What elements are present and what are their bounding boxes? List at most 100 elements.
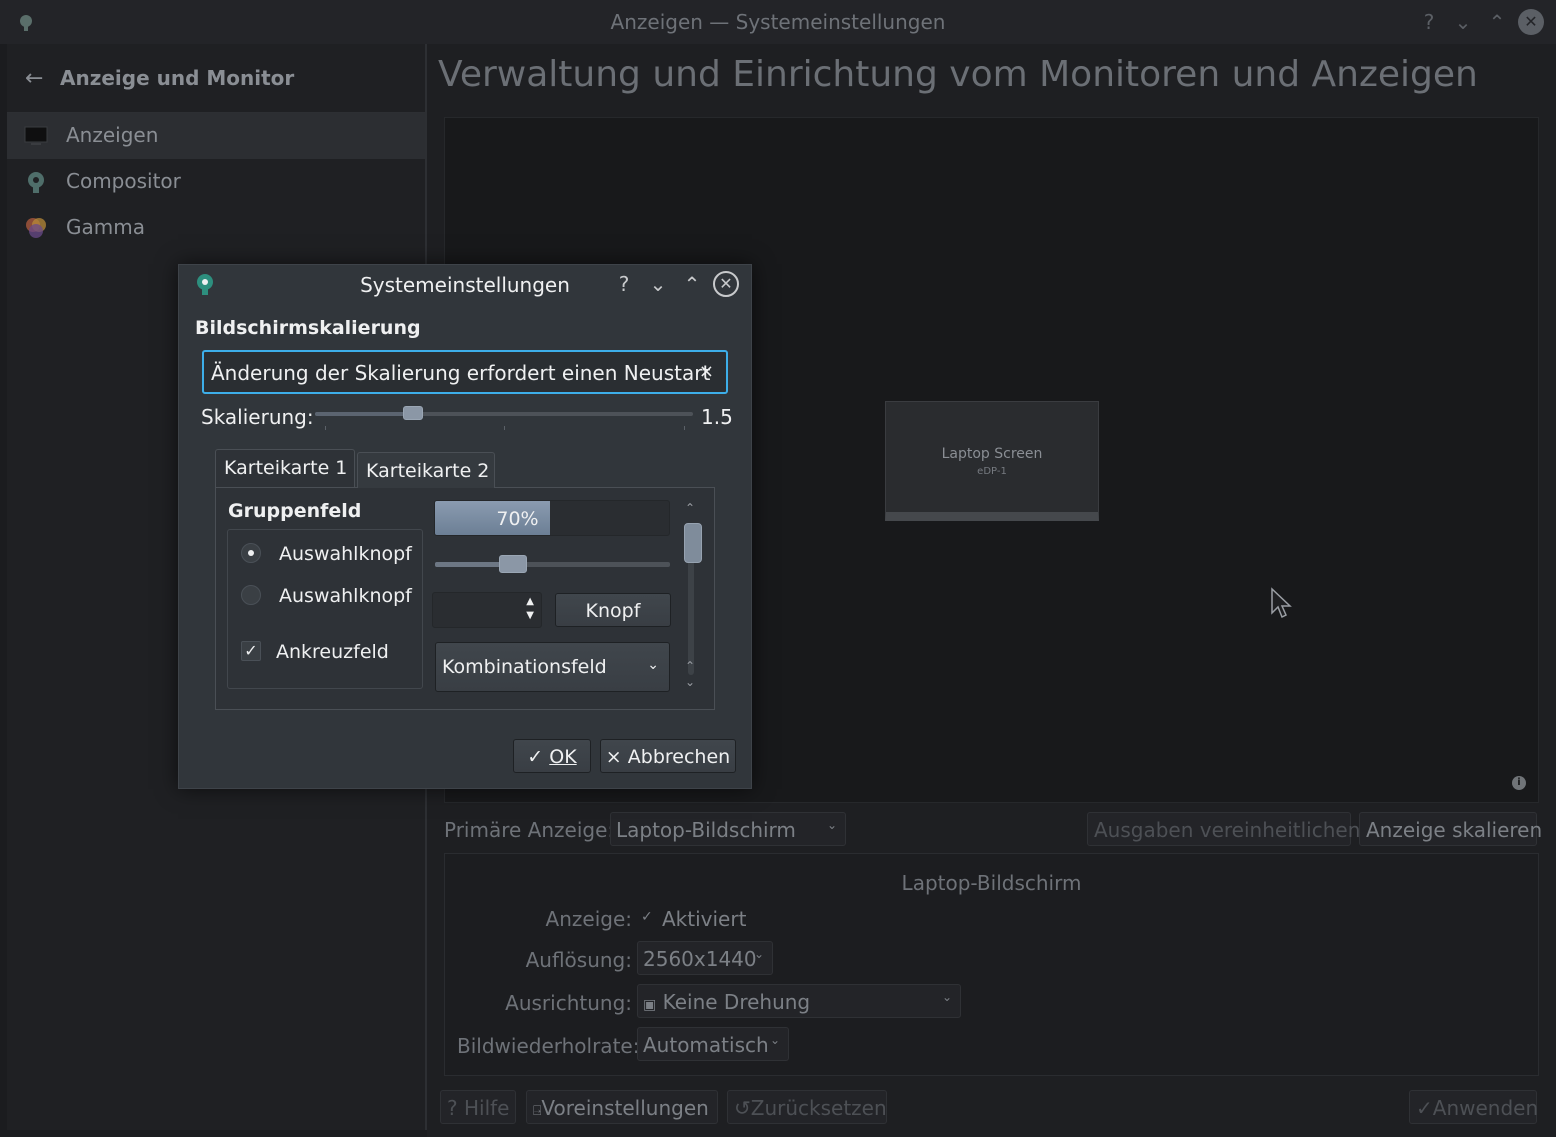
help-button[interactable]: ? Hilfe [440, 1090, 516, 1124]
scroll-up-icon[interactable]: ⌃ [685, 659, 695, 673]
refresh-rate-combo[interactable]: Automatisch ⌄ [637, 1027, 789, 1061]
knopf-button[interactable]: Knopf [555, 593, 671, 627]
primary-display-label: Primäre Anzeige: [444, 818, 615, 842]
radio-button-1[interactable] [241, 543, 261, 563]
chevron-down-icon: ⌄ [753, 947, 764, 961]
apply-button[interactable]: ✓Anwenden [1409, 1090, 1539, 1124]
progress-bar: 70% [434, 500, 670, 536]
check-icon: ✓ [527, 746, 544, 768]
sidebar-item-compositor[interactable]: Compositor [7, 159, 425, 205]
refresh-rate-label: Bildwiederholrate: [457, 1034, 640, 1058]
help-icon: ? [447, 1096, 464, 1120]
combo-box-value: Kombinationsfeld [442, 656, 607, 678]
orientation-combo[interactable]: ▣ Keine Drehung ⌄ [637, 984, 961, 1018]
spin-up-icon[interactable]: ▲ [526, 596, 534, 607]
sidebar-item-label: Anzeigen [66, 123, 159, 147]
dialog-help-button[interactable]: ? [611, 271, 637, 297]
slider-tick [684, 426, 685, 430]
close-button[interactable]: ✕ [1518, 9, 1544, 35]
dialog-close-button[interactable]: ✕ [713, 271, 739, 297]
orientation-label: Ausrichtung: [505, 991, 632, 1015]
restart-message: Änderung der Skalierung erfordert einen … [202, 350, 728, 394]
back-arrow-icon[interactable]: ← [25, 66, 43, 91]
reset-label: Zurücksetzen [750, 1096, 887, 1120]
defaults-button[interactable]: ⍈Voreinstellungen [526, 1090, 718, 1124]
cancel-icon: × [605, 746, 622, 768]
rotation-icon: ▣ [643, 997, 657, 1013]
group-title: Gruppenfeld [228, 500, 362, 522]
screen-name: Laptop Screen [941, 446, 1043, 462]
resolution-combo[interactable]: 2560x1440 ⌄ [637, 941, 773, 975]
value-slider-handle[interactable] [499, 555, 527, 573]
sidebar-item-anzeigen[interactable]: Anzeigen [7, 113, 425, 159]
output-settings: Laptop-Bildschirm Anzeige: ✓ Aktiviert A… [444, 853, 1539, 1076]
section-title: Bildschirmskalierung [195, 317, 421, 339]
scroll-up-icon[interactable]: ⌃ [685, 501, 695, 515]
combo-box[interactable]: Kombinationsfeld ⌄ [435, 642, 670, 692]
display-label: Anzeige: [545, 907, 632, 931]
defaults-label: Voreinstellungen [541, 1096, 709, 1120]
chevron-down-icon: ⌄ [647, 657, 659, 673]
tab-karteikarte-1[interactable]: Karteikarte 1 [215, 449, 355, 487]
window-title: Anzeigen — Systemeinstellungen [610, 10, 946, 34]
resolution-label: Auflösung: [525, 948, 632, 972]
restart-message-text: Änderung der Skalierung erfordert einen … [211, 361, 711, 385]
minimize-button[interactable]: ⌄ [1450, 9, 1476, 35]
reset-icon: ↺ [734, 1096, 751, 1120]
chevron-down-icon: ⌄ [826, 818, 837, 832]
checkbox[interactable]: ✓ [241, 641, 261, 661]
reset-button[interactable]: ↺Zurücksetzen [727, 1090, 887, 1124]
primary-display-row: Primäre Anzeige: Laptop-Bildschirm ⌄ Aus… [444, 812, 1542, 848]
dialog-maximize-button[interactable]: ⌃ [679, 271, 705, 297]
radio-label-1: Auswahlknopf [279, 543, 412, 565]
sidebar-item-gamma[interactable]: Gamma [7, 205, 425, 251]
dialog-minimize-button[interactable]: ⌄ [645, 271, 671, 297]
mouse-cursor-icon [1271, 587, 1292, 619]
page-title: Verwaltung und Einrichtung vom Monitoren… [438, 54, 1478, 95]
apply-label: Anwenden [1432, 1096, 1539, 1120]
checkbox-label: Ankreuzfeld [276, 641, 389, 663]
scale-display-button[interactable]: Anzeige skalieren [1359, 812, 1542, 846]
ok-label: OK [549, 746, 577, 768]
monitor-icon [24, 126, 48, 145]
enabled-checkbox[interactable]: ✓ [641, 909, 653, 925]
tab-karteikarte-2[interactable]: Karteikarte 2 [357, 452, 495, 488]
sidebar-header-title: Anzeige und Monitor [60, 66, 295, 90]
output-screen[interactable]: Laptop Screen eDP-1 [885, 401, 1099, 521]
gamma-icon [26, 218, 46, 238]
primary-display-combo[interactable]: Laptop-Bildschirm ⌄ [610, 812, 846, 846]
scale-value: 1.5 [701, 405, 733, 429]
spin-down-icon[interactable]: ▼ [526, 610, 534, 621]
info-icon[interactable]: i [1512, 776, 1526, 790]
scale-slider-handle[interactable] [403, 406, 423, 420]
slider-tick [504, 426, 505, 430]
radio-button-2[interactable] [241, 585, 261, 605]
screen-connector: eDP-1 [977, 466, 1007, 477]
chevron-down-icon: ⌄ [769, 1033, 780, 1047]
unify-outputs-button[interactable]: Ausgaben vereinheitlichen [1087, 812, 1360, 846]
cancel-label: Abbrechen [627, 746, 731, 768]
ok-button[interactable]: ✓ OK [513, 739, 591, 773]
scale-slider[interactable] [315, 406, 693, 420]
scroll-down-icon[interactable]: ⌄ [685, 675, 695, 689]
vertical-scrollbar[interactable]: ⌃ ⌃ ⌄ [681, 501, 703, 696]
scrollbar-handle[interactable] [684, 523, 702, 563]
slider-tick [325, 426, 326, 430]
maximize-button[interactable]: ⌃ [1484, 9, 1510, 35]
output-title: Laptop-Bildschirm [901, 871, 1082, 895]
scaling-dialog: Systemeinstellungen ? ⌄ ⌃ ✕ Bildschirmsk… [178, 264, 752, 789]
main-titlebar: Anzeigen — Systemeinstellungen ? ⌄ ⌃ ✕ [0, 0, 1556, 44]
dialog-titlebar: Systemeinstellungen ? ⌄ ⌃ ✕ [179, 265, 751, 303]
compositor-icon [28, 172, 44, 193]
sidebar-header: ← Anzeige und Monitor [7, 44, 425, 113]
sidebar-item-label: Gamma [66, 215, 145, 239]
chevron-down-icon: ⌄ [941, 990, 952, 1004]
enabled-label: Aktiviert [662, 907, 747, 931]
help-button[interactable]: ? [1416, 9, 1442, 35]
cancel-button[interactable]: × Abbrechen [600, 739, 736, 773]
help-label: Hilfe [463, 1096, 510, 1120]
close-icon[interactable]: × [699, 361, 714, 382]
spinbox[interactable]: ▲ ▼ [432, 592, 542, 628]
bottom-button-bar: ? Hilfe ⍈Voreinstellungen ↺Zurücksetzen … [440, 1090, 1540, 1126]
value-slider[interactable] [435, 555, 670, 573]
